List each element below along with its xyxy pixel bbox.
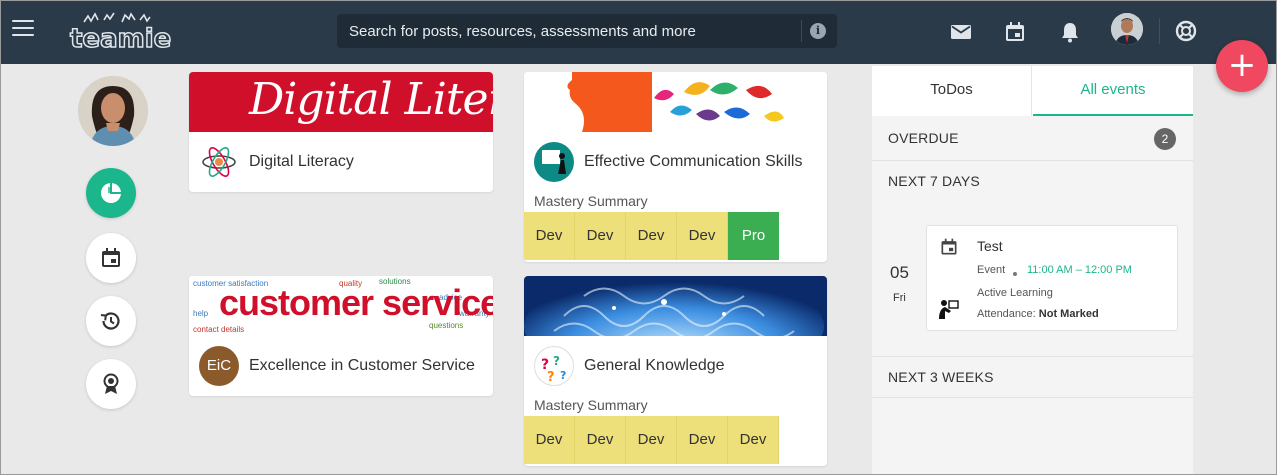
help-icon[interactable] xyxy=(1174,19,1198,43)
presentation-icon xyxy=(534,142,574,182)
course-banner: Digital Literacy xyxy=(189,72,493,132)
classroom-group-icon xyxy=(939,300,959,319)
mastery-cell[interactable]: Dev xyxy=(626,212,677,260)
mastery-cell[interactable]: Dev xyxy=(677,212,728,260)
attendance-value: Not Marked xyxy=(1038,308,1099,320)
calendar-icon[interactable] xyxy=(1003,20,1027,44)
course-title[interactable]: Digital Literacy xyxy=(249,153,354,171)
question-marks-icon: ? ? ? ? xyxy=(534,346,574,386)
menu-icon[interactable] xyxy=(12,20,34,38)
course-card[interactable]: Digital Literacy Digital Literacy xyxy=(189,72,493,192)
logo[interactable]: teamie xyxy=(69,8,172,55)
svg-text:?: ? xyxy=(553,354,560,368)
event-date-weekday: Fri xyxy=(893,292,906,304)
course-title[interactable]: Effective Communication Skills xyxy=(584,153,802,171)
create-new-button[interactable]: + xyxy=(1216,40,1268,92)
mastery-summary-label: Mastery Summary xyxy=(534,193,648,209)
logo-text: teamie xyxy=(69,23,172,55)
pie-chart-icon xyxy=(101,183,121,203)
search-divider xyxy=(801,20,802,42)
svg-text:?: ? xyxy=(547,370,555,385)
history-icon xyxy=(100,312,120,330)
mastery-cell[interactable]: Dev xyxy=(524,416,575,464)
bell-icon[interactable] xyxy=(1058,20,1082,44)
info-icon[interactable]: i xyxy=(810,23,826,39)
tab-all-events[interactable]: All events xyxy=(1033,66,1193,116)
banner-text: Digital Literacy xyxy=(249,74,493,125)
mastery-cell[interactable]: Dev xyxy=(575,416,626,464)
mastery-summary-row: Dev Dev Dev Dev Dev xyxy=(524,416,779,464)
course-banner: customer satisfaction quality help advic… xyxy=(189,276,493,336)
event-type: Event xyxy=(977,264,1006,276)
mastery-cell[interactable]: Dev xyxy=(575,212,626,260)
separator-dot xyxy=(1013,272,1017,276)
profile-avatar[interactable] xyxy=(78,76,148,146)
event-title[interactable]: Test xyxy=(977,238,1003,254)
calendar-icon xyxy=(941,238,957,255)
course-card[interactable]: customer satisfaction quality help advic… xyxy=(189,276,493,396)
mastery-summary-row: Dev Dev Dev Dev Pro xyxy=(524,212,779,260)
course-title[interactable]: General Knowledge xyxy=(584,357,725,375)
mastery-cell[interactable]: Dev xyxy=(728,416,779,464)
panel-tabs: ToDos All events xyxy=(872,66,1193,116)
event-date-day: 05 xyxy=(890,263,909,282)
overdue-section-label[interactable]: OVERDUE xyxy=(888,130,959,146)
atom-icon xyxy=(199,142,239,182)
course-card[interactable]: Effective Communication Skills Mastery S… xyxy=(524,72,827,262)
events-panel: ToDos All events OVERDUE 2 NEXT 7 DAYS 0… xyxy=(872,66,1193,475)
svg-text:help: help xyxy=(193,309,209,318)
mastery-cell[interactable]: Pro xyxy=(728,212,779,260)
event-card[interactable]: Test Event 11:00 AM – 12:00 PM Active Le… xyxy=(926,225,1178,331)
mastery-cell[interactable]: Dev xyxy=(524,212,575,260)
mastery-summary-label: Mastery Summary xyxy=(534,397,648,413)
top-navigation-bar: teamie Search for posts, resources, asse… xyxy=(0,0,1277,64)
search-placeholder: Search for posts, resources, assessments… xyxy=(349,23,696,40)
svg-text:contact details: contact details xyxy=(193,325,244,334)
course-card[interactable]: ? ? ? ? General Knowledge Mastery Summar… xyxy=(524,276,827,466)
calendar-button[interactable] xyxy=(86,233,136,283)
mastery-cell[interactable]: Dev xyxy=(626,416,677,464)
course-banner xyxy=(524,276,827,336)
course-title[interactable]: Excellence in Customer Service xyxy=(249,357,475,375)
badge-icon xyxy=(103,373,119,394)
attendance-status: Attendance: Not Marked xyxy=(977,308,1099,320)
course-banner xyxy=(524,72,827,132)
section-divider xyxy=(872,160,1193,161)
section-divider xyxy=(872,356,1193,357)
dashboard-button[interactable] xyxy=(86,168,136,218)
next-3-weeks-label[interactable]: NEXT 3 WEEKS xyxy=(888,369,994,385)
overdue-count-badge: 2 xyxy=(1154,128,1176,150)
user-avatar[interactable] xyxy=(1111,13,1143,45)
banner-text: customer service xyxy=(219,282,493,323)
event-group: Active Learning xyxy=(977,287,1053,299)
history-button[interactable] xyxy=(86,296,136,346)
mastery-cell[interactable]: Dev xyxy=(677,416,728,464)
badges-button[interactable] xyxy=(86,359,136,409)
attendance-label: Attendance: xyxy=(977,308,1036,320)
svg-text:?: ? xyxy=(560,369,566,382)
event-time: 11:00 AM – 12:00 PM xyxy=(1027,264,1132,276)
toolbar-divider xyxy=(1159,18,1160,44)
next-7-days-label[interactable]: NEXT 7 DAYS xyxy=(888,173,980,189)
mail-icon[interactable] xyxy=(949,20,973,44)
tab-todos[interactable]: ToDos xyxy=(872,66,1032,116)
calendar-icon xyxy=(102,248,120,267)
search-input[interactable]: Search for posts, resources, assessments… xyxy=(337,14,837,48)
section-divider xyxy=(872,397,1193,398)
course-initials-icon: EiC xyxy=(199,346,239,386)
